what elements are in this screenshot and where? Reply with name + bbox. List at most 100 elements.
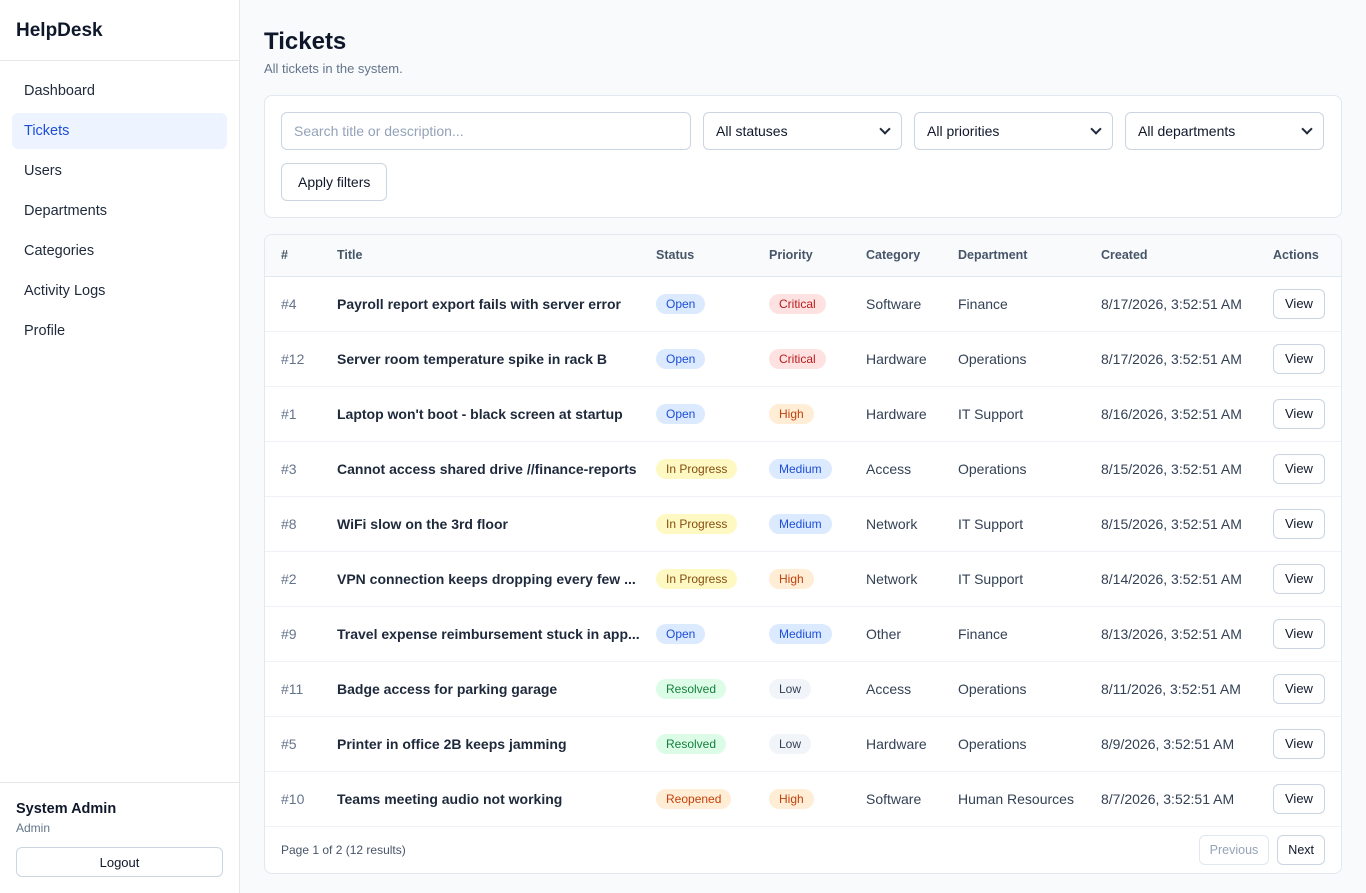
column-header: Title xyxy=(329,235,648,277)
tickets-table: # Title Status Priority Category Department Cr… xyxy=(265,235,1341,827)
ticket-title: Cannot access shared drive //finance-rep… xyxy=(329,441,648,497)
priority-badge: Medium xyxy=(769,513,832,534)
view-ticket-button[interactable]: View xyxy=(1273,288,1325,319)
view-ticket-button[interactable]: View xyxy=(1273,783,1325,814)
ticket-category: Access xyxy=(858,661,950,717)
chevron-down-icon xyxy=(879,123,891,135)
actions-cell: View xyxy=(1265,551,1341,607)
table-row: #8 WiFi slow on the 3rd floor In Progress M… xyxy=(265,496,1341,552)
ticket-created: 8/15/2026, 3:52:51 AM xyxy=(1093,496,1265,552)
ticket-department: Finance xyxy=(950,276,1093,332)
status-badge: Resolved xyxy=(656,678,727,699)
sidebar-item-categories[interactable]: Categories xyxy=(12,233,227,269)
priority-cell: High xyxy=(761,771,858,827)
ticket-department: IT Support xyxy=(950,496,1093,552)
actions-cell: View xyxy=(1265,386,1341,442)
actions-cell: View xyxy=(1265,276,1341,332)
status-cell: Reopened xyxy=(648,771,761,827)
actions-cell: View xyxy=(1265,441,1341,497)
priority-cell: Medium xyxy=(761,441,858,497)
status-cell: In Progress xyxy=(648,496,761,552)
ticket-created: 8/17/2026, 3:52:51 AM xyxy=(1093,276,1265,332)
status-cell: Resolved xyxy=(648,716,761,772)
brand-title: HelpDesk xyxy=(0,0,239,61)
table-row: #4 Payroll report export fails with serve… xyxy=(265,276,1341,332)
priority-badge: Low xyxy=(769,678,812,699)
sidebar-item-users[interactable]: Users xyxy=(12,153,227,189)
apply-filters-button[interactable]: Apply filters xyxy=(281,163,388,201)
page-info: Page 1 of 2 (12 results) xyxy=(281,842,406,857)
priority-cell: Critical xyxy=(761,276,858,332)
view-ticket-button[interactable]: View xyxy=(1273,618,1325,649)
ticket-title: Teams meeting audio not working xyxy=(329,771,648,827)
ticket-number: #4 xyxy=(265,276,329,332)
status-cell: Open xyxy=(648,606,761,662)
status-badge: In Progress xyxy=(656,458,738,479)
chevron-down-icon xyxy=(1090,123,1102,135)
chevron-down-icon xyxy=(1301,123,1313,135)
table-row: #11 Badge access for parking garage Resolv… xyxy=(265,661,1341,717)
ticket-number: #2 xyxy=(265,551,329,607)
ticket-number: #5 xyxy=(265,716,329,772)
ticket-number: #3 xyxy=(265,441,329,497)
priority-badge: High xyxy=(769,403,814,424)
filter-panel: All statuses All priorities All departme… xyxy=(264,95,1342,218)
sidebar-item-tickets[interactable]: Tickets xyxy=(12,113,227,149)
status-badge: Open xyxy=(656,623,706,644)
table-row: #10 Teams meeting audio not working Reopen… xyxy=(265,771,1341,827)
ticket-title: WiFi slow on the 3rd floor xyxy=(329,496,648,552)
view-ticket-button[interactable]: View xyxy=(1273,398,1325,429)
ticket-department: IT Support xyxy=(950,386,1093,442)
search-input[interactable] xyxy=(281,112,691,150)
ticket-category: Hardware xyxy=(858,716,950,772)
priority-badge: Critical xyxy=(769,293,826,314)
priority-cell: Critical xyxy=(761,331,858,387)
priority-badge: Critical xyxy=(769,348,826,369)
ticket-created: 8/15/2026, 3:52:51 AM xyxy=(1093,441,1265,497)
ticket-number: #11 xyxy=(265,661,329,717)
view-ticket-button[interactable]: View xyxy=(1273,343,1325,374)
ticket-created: 8/16/2026, 3:52:51 AM xyxy=(1093,386,1265,442)
column-header: Actions xyxy=(1265,235,1341,277)
ticket-number: #12 xyxy=(265,331,329,387)
view-ticket-button[interactable]: View xyxy=(1273,673,1325,704)
ticket-number: #8 xyxy=(265,496,329,552)
department-select-value: All departments xyxy=(1138,123,1236,139)
department-select[interactable]: All departments xyxy=(1125,112,1324,150)
app-root: HelpDesk Dashboard Tickets Users Department… xyxy=(0,0,1366,893)
status-cell: Open xyxy=(648,276,761,332)
column-header: Priority xyxy=(761,235,858,277)
priority-cell: Medium xyxy=(761,496,858,552)
table-row: #5 Printer in office 2B keeps jamming Reso… xyxy=(265,716,1341,772)
ticket-created: 8/13/2026, 3:52:51 AM xyxy=(1093,606,1265,662)
next-page-button[interactable]: Next xyxy=(1277,834,1325,865)
actions-cell: View xyxy=(1265,661,1341,717)
ticket-title: Printer in office 2B keeps jamming xyxy=(329,716,648,772)
ticket-title: Travel expense reimbursement stuck in ap… xyxy=(329,606,648,662)
ticket-department: Operations xyxy=(950,661,1093,717)
previous-page-button[interactable]: Previous xyxy=(1198,834,1270,865)
status-cell: In Progress xyxy=(648,551,761,607)
status-select[interactable]: All statuses xyxy=(703,112,902,150)
sidebar-nav: Dashboard Tickets Users Departments Categori… xyxy=(0,61,239,782)
logout-button[interactable]: Logout xyxy=(16,847,223,877)
ticket-title: VPN connection keeps dropping every few … xyxy=(329,551,648,607)
view-ticket-button[interactable]: View xyxy=(1273,508,1325,539)
view-ticket-button[interactable]: View xyxy=(1273,563,1325,594)
ticket-department: Human Resources xyxy=(950,771,1093,827)
status-cell: Resolved xyxy=(648,661,761,717)
priority-cell: High xyxy=(761,386,858,442)
table-row: #1 Laptop won't boot - black screen at st… xyxy=(265,386,1341,442)
sidebar-item-dashboard[interactable]: Dashboard xyxy=(12,73,227,109)
filter-row: All statuses All priorities All departme… xyxy=(281,112,1325,150)
ticket-department: Operations xyxy=(950,716,1093,772)
ticket-category: Access xyxy=(858,441,950,497)
priority-select[interactable]: All priorities xyxy=(914,112,1113,150)
priority-select-value: All priorities xyxy=(927,123,1000,139)
sidebar-item-activity-logs[interactable]: Activity Logs xyxy=(12,273,227,309)
table-row: #9 Travel expense reimbursement stuck in … xyxy=(265,606,1341,662)
view-ticket-button[interactable]: View xyxy=(1273,728,1325,759)
sidebar-item-departments[interactable]: Departments xyxy=(12,193,227,229)
view-ticket-button[interactable]: View xyxy=(1273,453,1325,484)
sidebar-item-profile[interactable]: Profile xyxy=(12,313,227,349)
